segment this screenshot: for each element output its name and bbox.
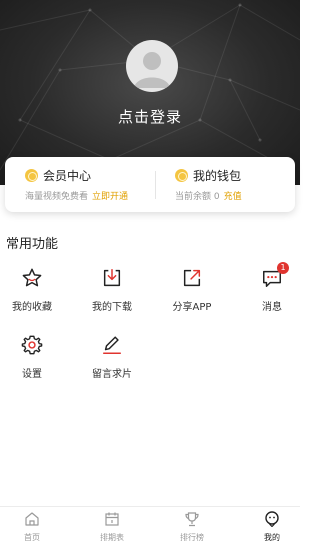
bottom-tab-bar: 首页 排期表 排行榜 我的 bbox=[0, 506, 300, 544]
downloads-label: 我的下载 bbox=[92, 302, 132, 313]
login-link[interactable]: 点击登录 bbox=[0, 106, 300, 127]
message-badge: 1 bbox=[277, 262, 289, 274]
wallet[interactable]: 我的钱包 当前余额 0 充值 bbox=[153, 157, 298, 212]
settings-label: 设置 bbox=[22, 369, 42, 380]
share-app-button[interactable]: 分享APP bbox=[157, 267, 227, 319]
vip-subtitle: 海量视频免费看 立即开通 bbox=[25, 189, 128, 202]
home-icon bbox=[25, 512, 39, 526]
tab-home-label: 首页 bbox=[24, 533, 40, 542]
default-avatar-icon bbox=[134, 52, 170, 88]
messages-label: 消息 bbox=[262, 302, 282, 313]
wallet-subtitle: 当前余额 0 充值 bbox=[175, 189, 242, 202]
request-film-button[interactable]: 留言求片 bbox=[77, 334, 147, 386]
recharge-link[interactable]: 充值 bbox=[224, 192, 242, 202]
calendar-icon bbox=[105, 512, 119, 526]
avatar[interactable] bbox=[126, 40, 178, 92]
wallet-title: 我的钱包 bbox=[193, 169, 242, 183]
tab-ranking-label: 排行榜 bbox=[180, 533, 204, 542]
gear-icon bbox=[21, 335, 43, 355]
vip-title: 会员中心 bbox=[43, 169, 92, 183]
tab-mine-label: 我的 bbox=[264, 533, 280, 542]
request-film-label: 留言求片 bbox=[92, 369, 132, 380]
trophy-icon bbox=[185, 512, 199, 527]
vip-subtitle-text: 海量视频免费看 bbox=[25, 192, 89, 202]
vip-coin-icon bbox=[25, 169, 38, 182]
edit-icon bbox=[103, 336, 121, 354]
download-icon bbox=[103, 269, 121, 287]
vip-center[interactable]: 会员中心 海量视频免费看 立即开通 bbox=[5, 157, 150, 212]
vip-open-link[interactable]: 立即开通 bbox=[92, 192, 128, 202]
downloads-button[interactable]: 我的下载 bbox=[77, 267, 147, 319]
favorites-label: 我的收藏 bbox=[12, 302, 52, 313]
wallet-coin-icon bbox=[175, 169, 188, 182]
settings-button[interactable]: 设置 bbox=[0, 334, 67, 386]
tab-schedule-label: 排期表 bbox=[100, 533, 124, 542]
share-icon bbox=[183, 269, 201, 287]
tab-mine[interactable]: 我的 bbox=[242, 507, 302, 544]
star-icon bbox=[22, 268, 42, 287]
section-title: 常用功能 bbox=[6, 237, 59, 252]
share-app-label: 分享APP bbox=[172, 302, 212, 313]
profile-icon bbox=[265, 511, 279, 527]
wallet-balance-text: 当前余额 0 bbox=[175, 192, 220, 202]
favorites-button[interactable]: 我的收藏 bbox=[0, 267, 67, 319]
tab-schedule[interactable]: 排期表 bbox=[82, 507, 142, 544]
account-card: 会员中心 海量视频免费看 立即开通 我的钱包 当前余额 0 充值 bbox=[5, 157, 295, 212]
tab-ranking[interactable]: 排行榜 bbox=[162, 507, 222, 544]
tab-home[interactable]: 首页 bbox=[2, 507, 62, 544]
messages-button[interactable]: 1 消息 bbox=[237, 262, 307, 319]
